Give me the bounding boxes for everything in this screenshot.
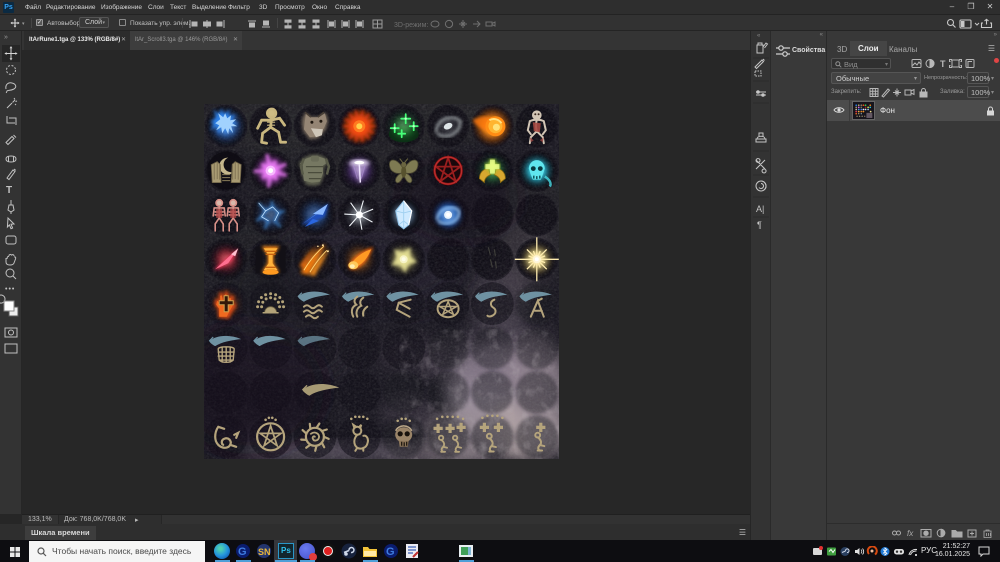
svg-text:A|: A| — [756, 204, 764, 214]
svg-text:«: « — [757, 33, 761, 39]
svg-text:SN: SN — [258, 547, 271, 557]
svg-text:¶: ¶ — [757, 220, 762, 230]
svg-text:T: T — [940, 59, 946, 69]
svg-text:3D-режим:: 3D-режим: — [394, 22, 428, 29]
svg-text:T: T — [6, 185, 12, 196]
svg-text:»: » — [4, 34, 8, 41]
svg-text:•••: ••• — [5, 286, 15, 293]
svg-text:fx: fx — [907, 529, 914, 538]
svg-text:G: G — [238, 546, 247, 558]
svg-text:G: G — [386, 546, 395, 558]
